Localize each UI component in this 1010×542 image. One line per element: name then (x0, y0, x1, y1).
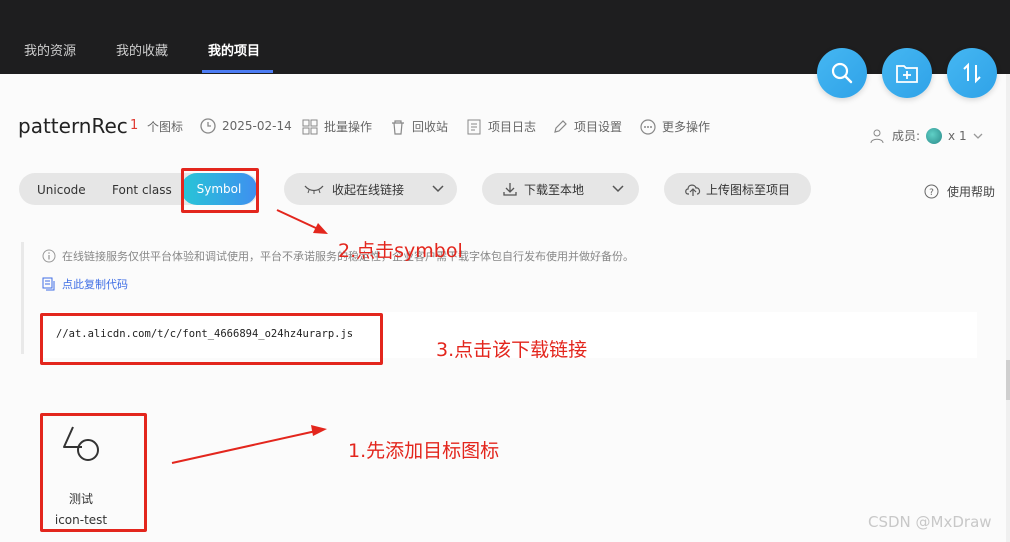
annotation-step1: 1.先添加目标图标 (348, 440, 500, 462)
annotation-step3: 3.点击该下载链接 (436, 339, 588, 361)
arrow-step2 (276, 209, 328, 234)
annotation-step2: 2.点击symbol (338, 240, 463, 262)
scrollbar[interactable] (1006, 74, 1010, 542)
annotation-arrows (171, 209, 328, 464)
scrollbar-thumb[interactable] (1006, 360, 1010, 400)
watermark: CSDN @MxDraw (868, 513, 992, 531)
arrow-step1 (171, 425, 327, 464)
